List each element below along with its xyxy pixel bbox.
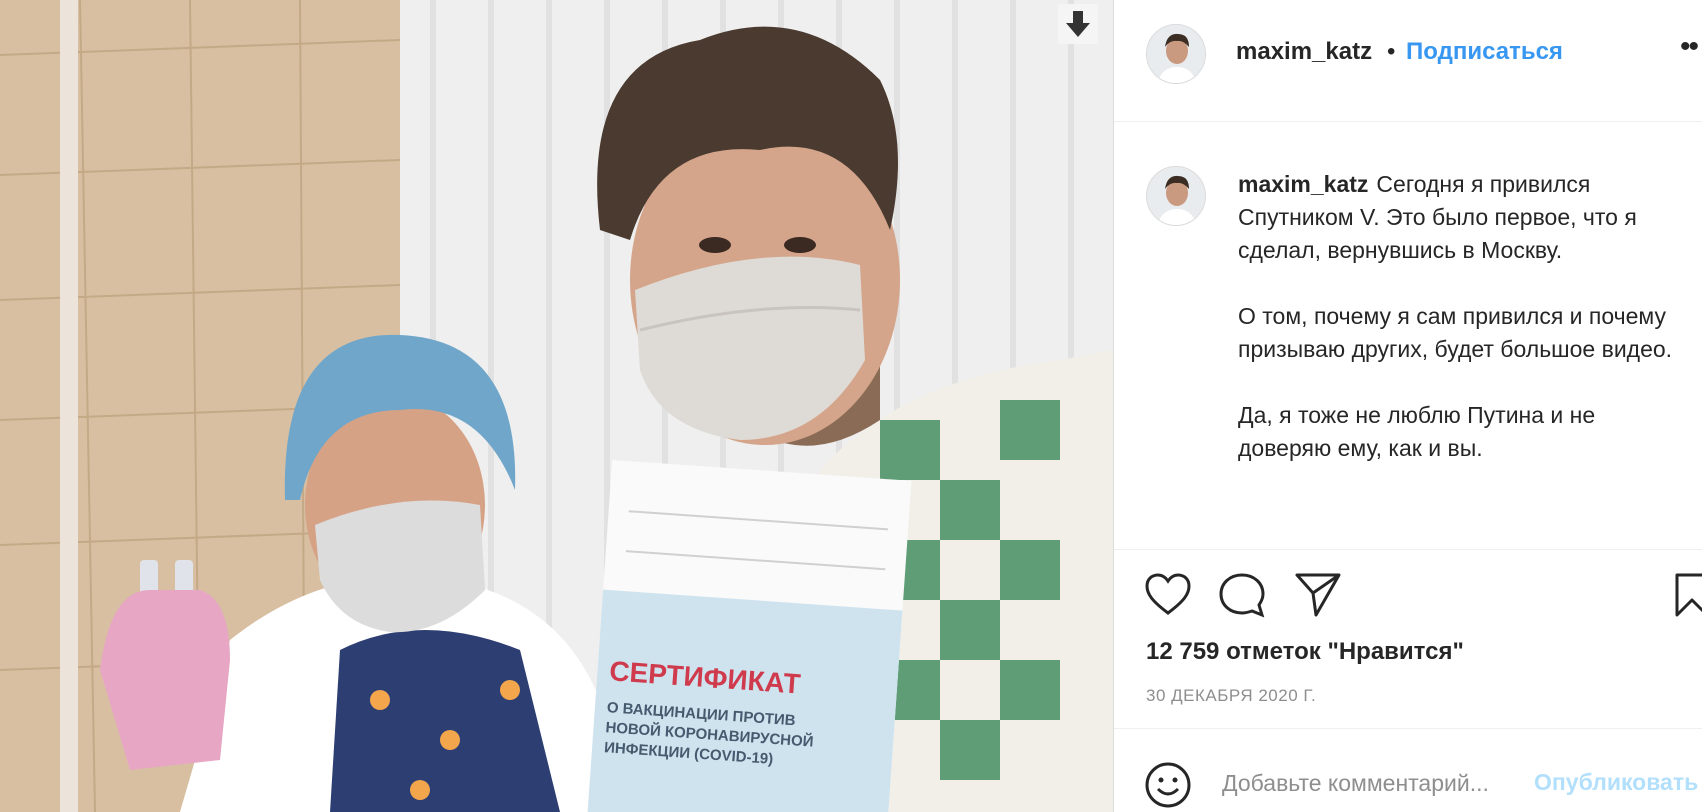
more-options-icon[interactable]: •• bbox=[1680, 30, 1699, 64]
bookmark-icon[interactable] bbox=[1674, 572, 1702, 618]
avatar[interactable] bbox=[1146, 24, 1206, 84]
caption-paragraph: О том, почему я сам привился и почему пр… bbox=[1238, 303, 1673, 362]
download-button[interactable] bbox=[1058, 4, 1098, 44]
heart-icon[interactable] bbox=[1144, 572, 1192, 616]
post-side-panel: maxim_katz • Подписаться •• maxim_katz Се… bbox=[1113, 0, 1702, 812]
publish-button[interactable]: Опубликовать bbox=[1534, 769, 1698, 796]
post-caption: maxim_katz Сегодня я привился Спутником V… bbox=[1114, 122, 1702, 550]
follow-button[interactable]: Подписаться bbox=[1406, 38, 1563, 66]
caption-username[interactable]: maxim_katz bbox=[1238, 171, 1368, 197]
arrow-down-icon bbox=[1066, 11, 1090, 37]
post-actions bbox=[1114, 568, 1702, 628]
header-separator: • bbox=[1387, 38, 1396, 65]
comment-bar: Опубликовать bbox=[1114, 728, 1702, 812]
caption-text: maxim_katz Сегодня я привился Спутником V… bbox=[1238, 168, 1688, 498]
comment-icon[interactable] bbox=[1218, 572, 1266, 618]
smiley-icon[interactable] bbox=[1144, 761, 1192, 809]
likes-count[interactable]: 12 759 отметок "Нравится" bbox=[1146, 638, 1464, 666]
share-icon[interactable] bbox=[1294, 572, 1342, 618]
post-header: maxim_katz • Подписаться •• bbox=[1114, 0, 1702, 122]
comment-input[interactable] bbox=[1220, 765, 1534, 801]
caption-paragraph: Да, я тоже не люблю Путина и не доверяю … bbox=[1238, 402, 1596, 461]
post-photo: СЕРТИФИКАТ О ВАКЦИНАЦИИ ПРОТИВ НОВОЙ КОР… bbox=[0, 0, 1113, 812]
avatar[interactable] bbox=[1146, 166, 1206, 226]
post-date[interactable]: 30 ДЕКАБРЯ 2020 Г. bbox=[1146, 686, 1316, 706]
header-username[interactable]: maxim_katz bbox=[1236, 38, 1372, 66]
